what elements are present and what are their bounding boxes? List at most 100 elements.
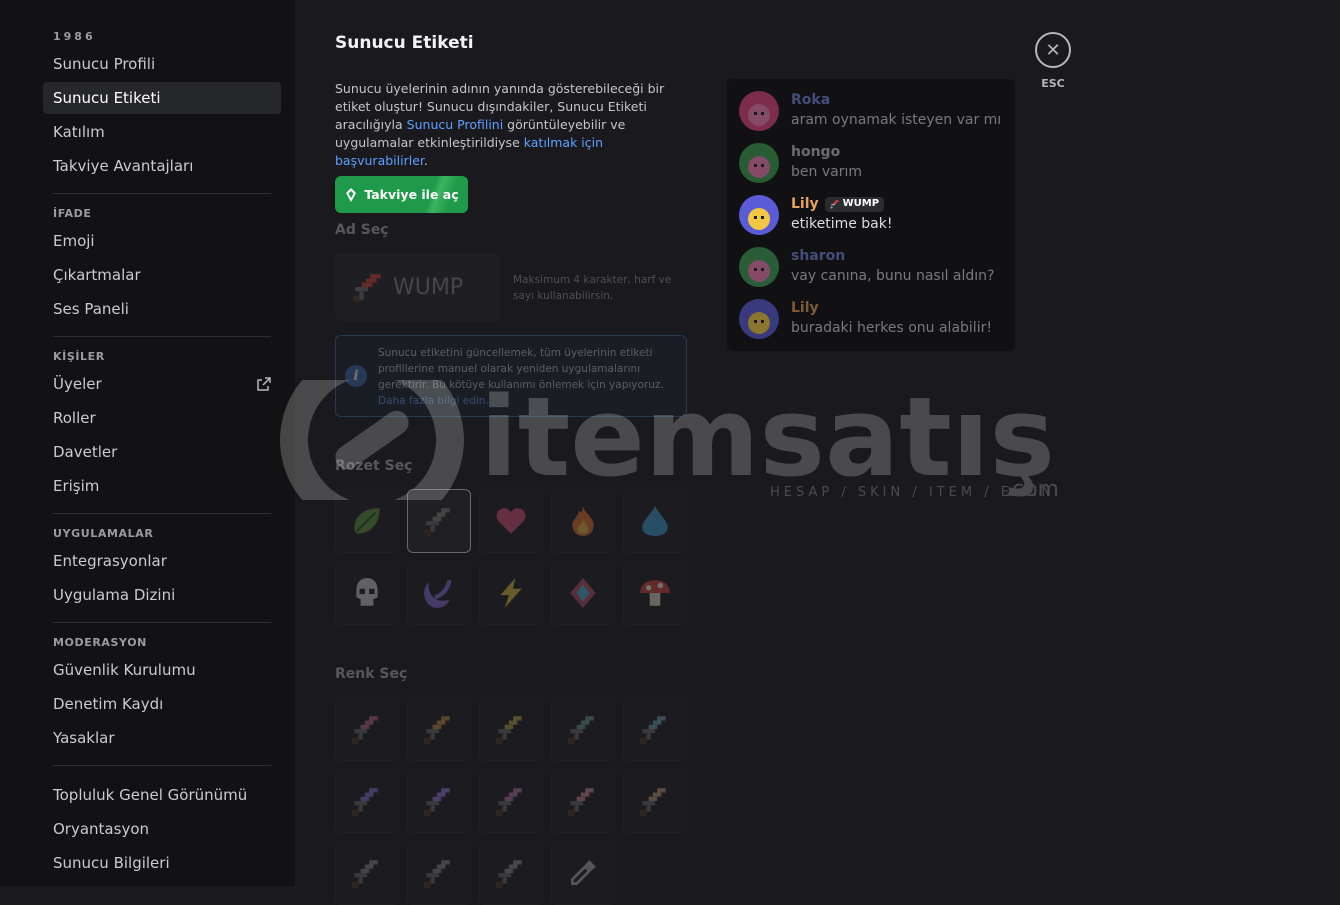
sidebar-item-guvenlik-kurulumu[interactable]: Güvenlik Kurulumu <box>43 654 281 686</box>
avatar <box>739 299 779 339</box>
color-option[interactable] <box>407 697 471 761</box>
sidebar-item-sunucu-bilgileri[interactable]: Sunucu Bilgileri <box>43 847 281 879</box>
sidebar-item-denetim-kaydi[interactable]: Denetim Kaydı <box>43 688 281 720</box>
sidebar-item-katilim[interactable]: Katılım <box>43 116 281 148</box>
sidebar-item-label: Sunucu Etiketi <box>53 89 161 107</box>
gem-icon <box>570 578 596 608</box>
color-option[interactable] <box>407 769 471 833</box>
badge-label: Rozet Seç <box>335 458 413 474</box>
color-option[interactable] <box>335 697 399 761</box>
badge-option[interactable] <box>623 489 687 553</box>
desc-text-3: . <box>423 153 428 168</box>
sidebar-item-label: Emoji <box>53 232 95 250</box>
sidebar-item-ses-paneli[interactable]: Ses Paneli <box>43 293 281 325</box>
badge-option[interactable] <box>623 561 687 625</box>
sword-icon <box>353 274 381 302</box>
color-option[interactable] <box>335 769 399 833</box>
section-heading-ifade: İFADE <box>53 207 92 220</box>
color-option[interactable] <box>335 841 399 905</box>
color-option[interactable] <box>551 769 615 833</box>
sidebar-item-uyeler[interactable]: Üyeler <box>43 368 281 400</box>
sidebar-item-takviye-avantajlari[interactable]: Takviye Avantajları <box>43 150 281 182</box>
color-option[interactable] <box>623 697 687 761</box>
color-option[interactable] <box>551 697 615 761</box>
badge-option[interactable] <box>479 489 543 553</box>
sidebar-item-uygulama-dizini[interactable]: Uygulama Dizini <box>43 579 281 611</box>
sidebar-item-sunucu-etiketi[interactable]: Sunucu Etiketi <box>43 82 281 114</box>
divider <box>53 622 271 623</box>
message-text: etiketime bak! <box>791 216 893 232</box>
close-icon[interactable]: ✕ <box>1035 32 1071 68</box>
section-heading-kisiler: KİŞİLER <box>53 350 105 363</box>
sidebar-item-cikartmalar[interactable]: Çıkartmalar <box>43 259 281 291</box>
sword-icon <box>352 788 378 816</box>
color-label: Renk Seç <box>335 666 408 682</box>
sidebar-inner: 1986 Sunucu Profili Sunucu Etiketi Katılım… <box>43 30 281 881</box>
color-grid <box>335 697 687 905</box>
sidebar-item-label: Sunucu Bilgileri <box>53 854 170 872</box>
sword-icon <box>568 716 594 744</box>
badge-option[interactable] <box>335 489 399 553</box>
tag-name-input[interactable]: WUMP <box>335 253 500 321</box>
divider <box>53 193 271 194</box>
unlock-with-boost-button[interactable]: Takviye ile aç <box>335 176 468 213</box>
message-text: vay canına, bunu nasıl aldın? <box>791 268 995 284</box>
info-text: Sunucu etiketini güncellemek, tüm üyeler… <box>378 347 664 391</box>
sidebar-item-sunucu-profili[interactable]: Sunucu Profili <box>43 48 281 80</box>
fire-icon <box>572 506 594 536</box>
sidebar-item-label: Güvenlik Kurulumu <box>53 661 196 679</box>
sidebar-item-roller[interactable]: Roller <box>43 402 281 434</box>
color-option[interactable] <box>479 697 543 761</box>
chat-message: hongo ben varım <box>727 141 1015 193</box>
section-heading-moderasyon: MODERASYON <box>53 636 147 649</box>
sidebar-item-erisim[interactable]: Erişim <box>43 470 281 502</box>
message-author-row: hongo <box>791 141 1015 163</box>
main-content: Sunucu Etiketi Sunucu üyelerinin adının … <box>295 0 1340 905</box>
sidebar-item-oryantasyon[interactable]: Oryantasyon <box>43 813 281 845</box>
sword-icon <box>424 508 450 536</box>
server-profile-link[interactable]: Sunucu Profilini <box>407 117 504 132</box>
chat-message: Lily WUMP etiketime bak! <box>727 193 1015 245</box>
info-icon: i <box>345 365 367 387</box>
sword-icon <box>496 716 522 744</box>
badge-option[interactable] <box>551 489 615 553</box>
sidebar-item-label: Takviye Avantajları <box>53 157 194 175</box>
color-option[interactable] <box>479 769 543 833</box>
learn-more-link[interactable]: Daha fazla bilgi edin. <box>378 395 489 407</box>
sidebar-item-emoji[interactable]: Emoji <box>43 225 281 257</box>
sword-icon <box>352 716 378 744</box>
sword-icon <box>424 716 450 744</box>
sidebar-item-label: Denetim Kaydı <box>53 695 164 713</box>
color-option[interactable] <box>623 769 687 833</box>
sidebar-item-label: Ses Paneli <box>53 300 129 318</box>
badge-option[interactable] <box>407 489 471 553</box>
color-option[interactable] <box>407 841 471 905</box>
sidebar-item-topluluk-genel-gorunumu[interactable]: Topluluk Genel Görünümü <box>43 779 281 811</box>
sidebar-item-davetler[interactable]: Davetler <box>43 436 281 468</box>
chat-message: Lily buradaki herkes onu alabilir! <box>727 297 1015 349</box>
color-option[interactable] <box>479 841 543 905</box>
leaf-icon <box>354 508 380 534</box>
message-author: Lily <box>791 196 819 212</box>
tag-preview-chat: Roka aram oynamak isteyen var mı hongo ben … <box>727 79 1015 351</box>
message-author: sharon <box>791 248 846 264</box>
message-author-row: Lily <box>791 297 1015 319</box>
close-button[interactable]: ✕ ESC <box>1035 32 1071 90</box>
avatar <box>739 91 779 131</box>
message-author: hongo <box>791 144 841 160</box>
sidebar-item-entegrasyonlar[interactable]: Entegrasyonlar <box>43 545 281 577</box>
message-author: Roka <box>791 92 831 108</box>
message-author-row: sharon <box>791 245 1015 267</box>
badge-option[interactable] <box>479 561 543 625</box>
esc-label: ESC <box>1041 77 1065 90</box>
badge-option[interactable] <box>407 561 471 625</box>
chat-message: sharon vay canına, bunu nasıl aldın? <box>727 245 1015 297</box>
message-author-row: Lily WUMP <box>791 193 1015 215</box>
sidebar-item-yasaklar[interactable]: Yasaklar <box>43 722 281 754</box>
divider <box>53 336 271 337</box>
badge-option[interactable] <box>551 561 615 625</box>
badge-option[interactable] <box>335 561 399 625</box>
custom-color-picker[interactable] <box>551 841 615 905</box>
message-text: ben varım <box>791 164 862 180</box>
heart-icon <box>496 508 526 534</box>
